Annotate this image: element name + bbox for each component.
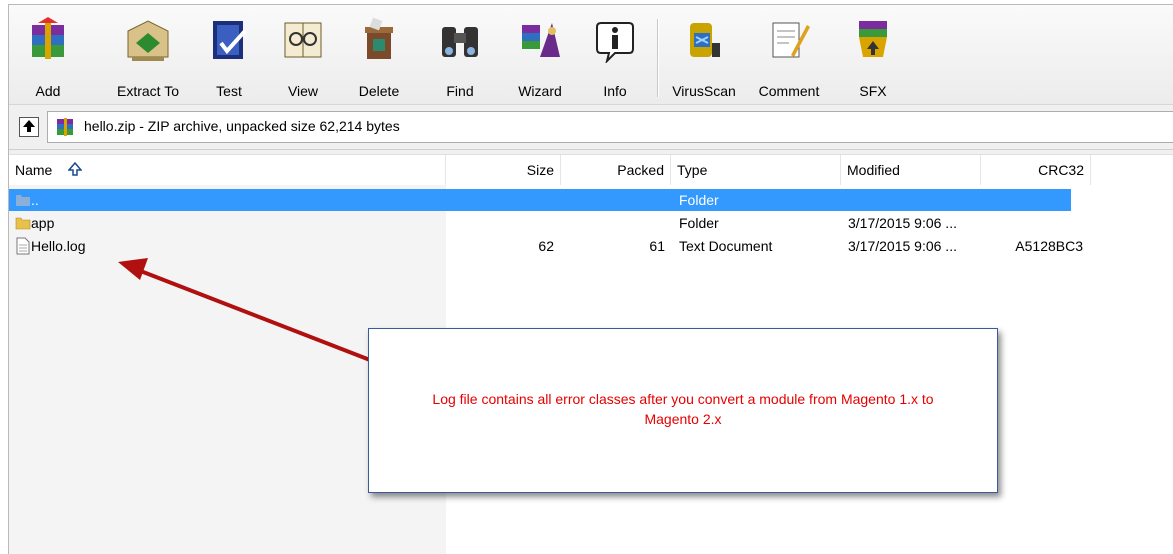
extract-icon (126, 17, 170, 63)
archive-path-text: hello.zip - ZIP archive, unpacked size 6… (84, 118, 400, 134)
comment-button[interactable]: Comment (749, 11, 829, 101)
view-button[interactable]: View (275, 11, 331, 101)
column-header: Name Size Packed Type Modified CRC32 (9, 154, 1173, 186)
callout-line-2: Magento 2.x (644, 411, 722, 427)
sort-ascending-icon (67, 156, 83, 186)
column-packed[interactable]: Packed (561, 155, 671, 185)
test-label: Test (216, 83, 242, 99)
info-label: Info (603, 83, 627, 99)
file-crc32: A5128BC3 (1015, 238, 1083, 254)
comment-label: Comment (758, 83, 820, 99)
file-type: Folder (679, 192, 719, 208)
column-type[interactable]: Type (671, 155, 841, 185)
sfx-icon (851, 17, 895, 63)
view-icon (281, 17, 325, 63)
column-modified[interactable]: Modified (841, 155, 981, 185)
file-row-hello-log[interactable]: Hello.log 62 61 Text Document 3/17/2015 … (9, 235, 1083, 257)
address-bar: hello.zip - ZIP archive, unpacked size 6… (9, 105, 1173, 150)
virusscan-button[interactable]: VirusScan (665, 11, 743, 101)
file-type: Folder (679, 215, 719, 231)
view-label: View (287, 83, 319, 99)
wizard-button[interactable]: Wizard (503, 11, 577, 101)
file-row-parent[interactable]: .. Folder (9, 189, 1071, 211)
up-folder-button[interactable] (19, 117, 39, 137)
file-row-app[interactable]: app Folder 3/17/2015 9:06 ... (9, 212, 1071, 234)
find-button[interactable]: Find (433, 11, 487, 101)
test-icon (207, 17, 251, 63)
info-icon (593, 17, 637, 65)
callout-text: Log file contains all error classes afte… (369, 389, 997, 429)
delete-icon (357, 17, 401, 63)
file-name: Hello.log (31, 238, 86, 254)
file-modified: 3/17/2015 9:06 ... (848, 215, 957, 231)
callout-line-1: Log file contains all error classes afte… (432, 391, 934, 407)
file-type: Text Document (679, 238, 773, 254)
wizard-icon (518, 17, 562, 63)
file-name: app (31, 215, 55, 231)
file-modified: 3/17/2015 9:06 ... (848, 238, 957, 254)
sfx-label: SFX (859, 83, 887, 99)
sfx-button[interactable]: SFX (845, 11, 901, 101)
toolbar: Add Extract To Test View Delete Find Wiz… (9, 5, 1173, 105)
add-archive-icon (26, 17, 70, 63)
zip-archive-icon (56, 118, 74, 136)
file-size: 62 (538, 238, 554, 254)
delete-label: Delete (358, 83, 400, 99)
add-label: Add (35, 83, 61, 99)
test-button[interactable]: Test (199, 11, 259, 101)
find-icon (438, 17, 482, 63)
delete-button[interactable]: Delete (347, 11, 411, 101)
extract-to-label: Extract To (117, 83, 179, 99)
info-button[interactable]: Info (591, 11, 639, 101)
extract-to-button[interactable]: Extract To (105, 11, 191, 101)
column-size[interactable]: Size (446, 155, 561, 185)
file-packed: 61 (649, 238, 665, 254)
column-crc32[interactable]: CRC32 (981, 155, 1091, 185)
file-name: .. (31, 192, 39, 208)
add-button[interactable]: Add (15, 11, 81, 101)
column-name[interactable]: Name (9, 155, 446, 185)
virusscan-label: VirusScan (672, 83, 736, 99)
virusscan-icon (682, 17, 726, 63)
comment-icon (767, 17, 811, 63)
wizard-label: Wizard (518, 83, 562, 99)
path-field[interactable]: hello.zip - ZIP archive, unpacked size 6… (47, 111, 1173, 143)
toolbar-separator (657, 19, 659, 97)
find-label: Find (446, 83, 474, 99)
annotation-callout: Log file contains all error classes afte… (368, 328, 998, 493)
